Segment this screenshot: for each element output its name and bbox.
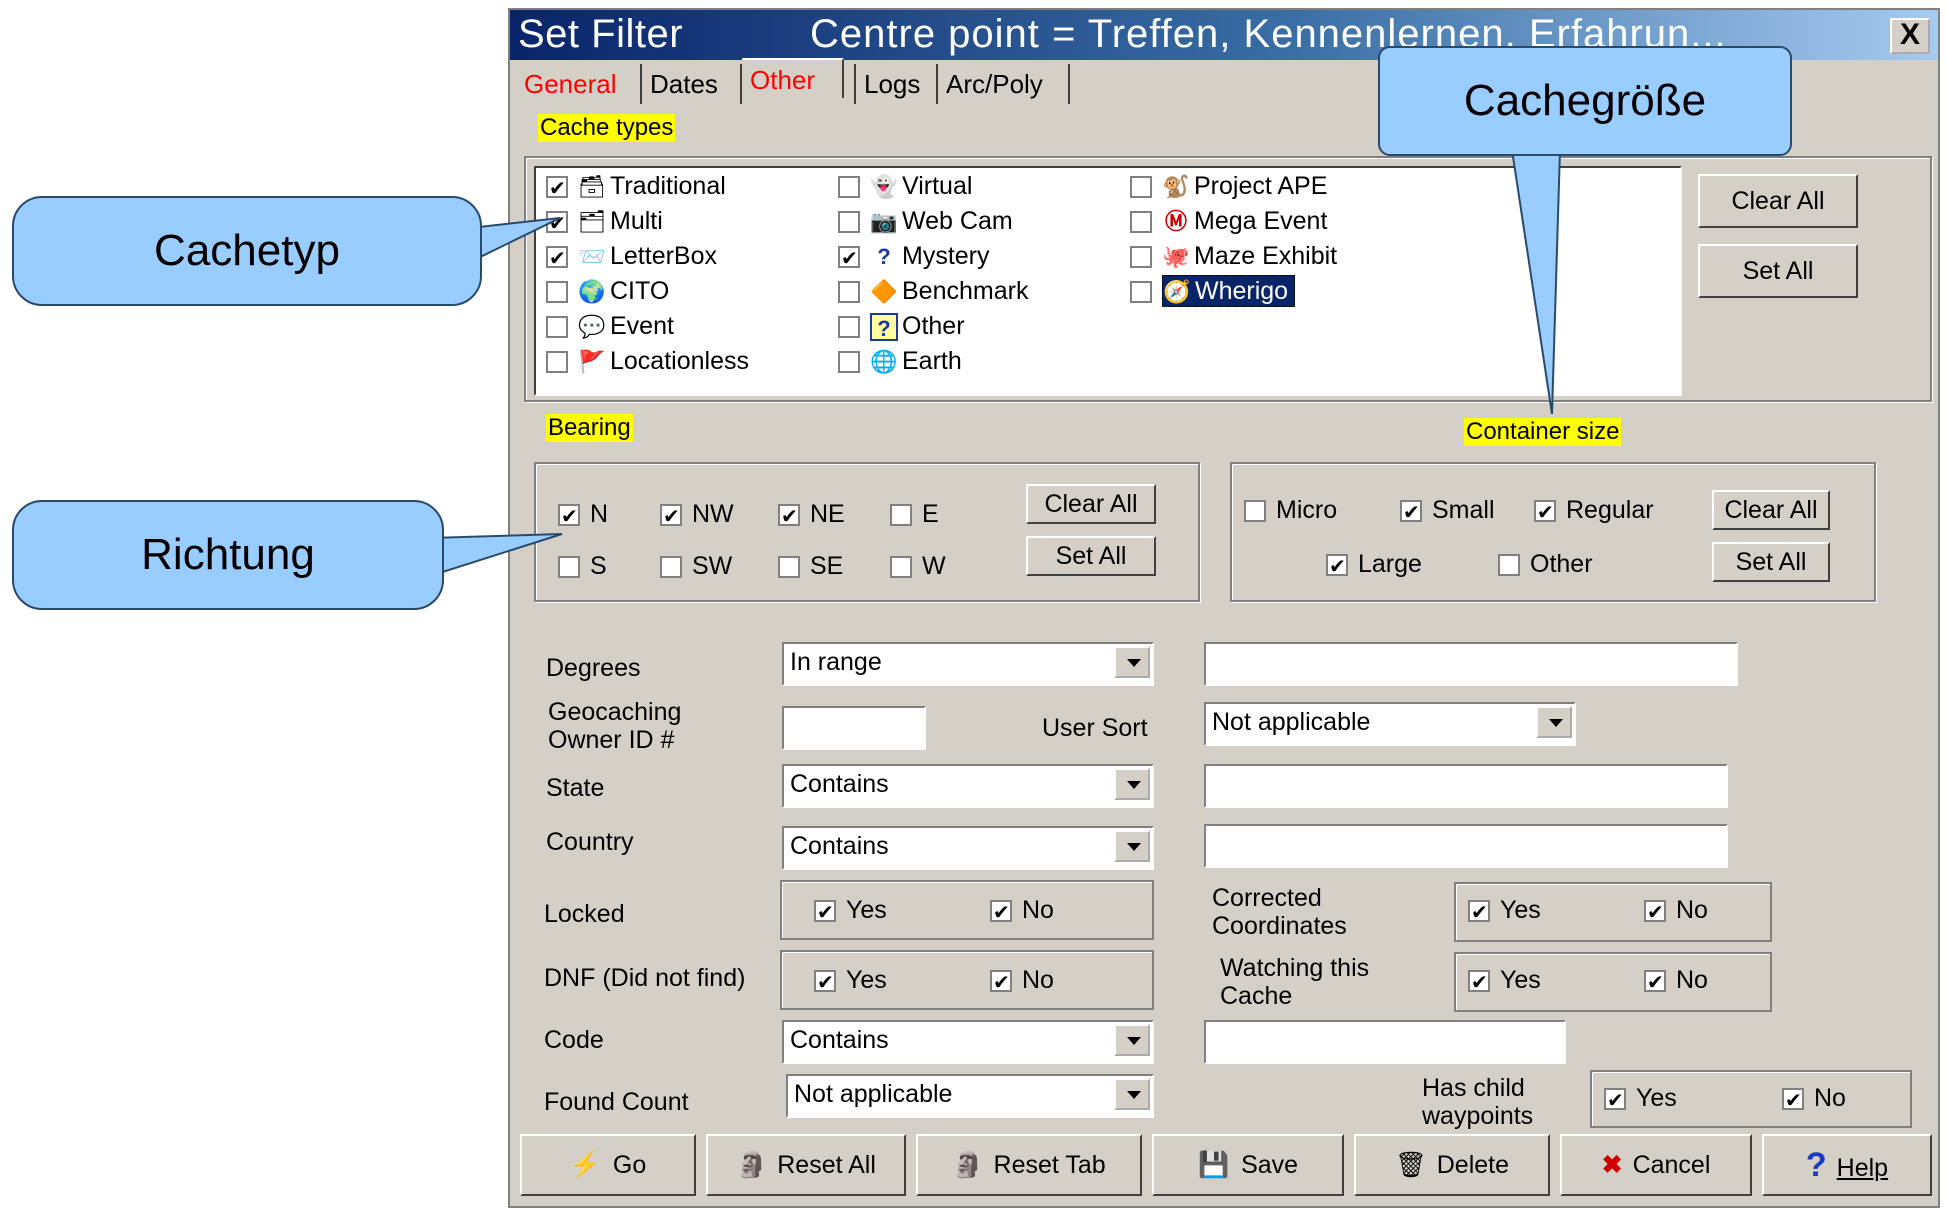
cachetyp-callout: Cachetyp (12, 196, 482, 306)
cachegroesse-callout: Cachegröße (1378, 46, 1792, 156)
richtung-pointer (429, 533, 563, 578)
richtung-callout: Richtung (12, 500, 444, 610)
cachegroesse-pointer (1510, 149, 1562, 415)
cachetyp-pointer (469, 217, 561, 264)
